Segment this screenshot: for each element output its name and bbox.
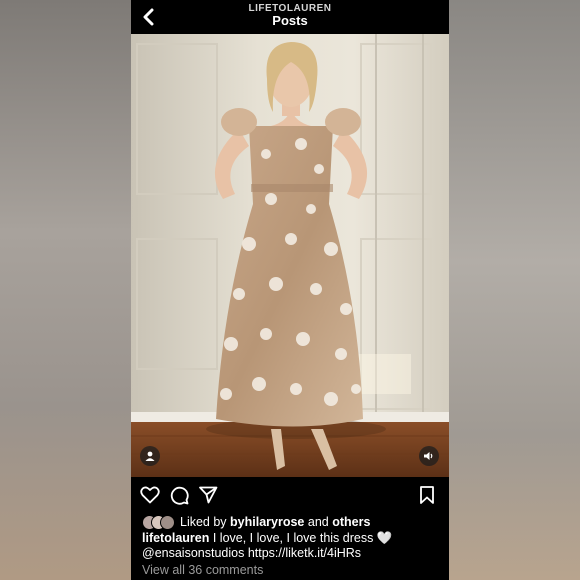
avatar xyxy=(160,515,175,530)
caption-mention[interactable]: @ensaisonstudios xyxy=(142,546,244,560)
like-button[interactable] xyxy=(140,485,160,505)
blurred-backdrop-right xyxy=(449,0,580,580)
person-tag-icon xyxy=(145,451,155,461)
post-action-bar xyxy=(131,477,449,513)
view-all-comments-link[interactable]: View all 36 comments xyxy=(142,563,263,577)
heart-icon xyxy=(140,486,160,504)
post-photo-illustration xyxy=(131,34,449,477)
share-button[interactable] xyxy=(198,485,218,505)
blurred-backdrop-left xyxy=(0,0,131,580)
paper-plane-icon xyxy=(199,486,218,504)
liked-joiner: and xyxy=(307,515,329,529)
caption-continued: @ensaisonstudios https://liketk.it/4iHRs xyxy=(142,546,361,561)
sound-toggle-button[interactable] xyxy=(419,446,439,466)
instagram-post-screen: LIFETOLAUREN Posts Liked by byhilaryrose… xyxy=(131,0,449,580)
caption: lifetolauren I love, I love, I love this… xyxy=(142,531,442,546)
liker-avatars xyxy=(142,515,176,530)
caption-username[interactable]: lifetolauren xyxy=(142,531,209,545)
comment-button[interactable] xyxy=(169,485,189,505)
top-navigation-bar: LIFETOLAUREN Posts xyxy=(131,0,449,34)
liked-by-username[interactable]: byhilaryrose xyxy=(230,515,304,529)
speaker-icon xyxy=(424,452,433,460)
save-button[interactable] xyxy=(417,485,437,505)
tagged-people-button[interactable] xyxy=(140,446,160,466)
liked-by-label: Liked by xyxy=(180,515,227,529)
bookmark-icon xyxy=(420,486,434,504)
caption-link[interactable]: https://liketk.it/4iHRs xyxy=(248,546,361,560)
liked-by-others[interactable]: others xyxy=(332,515,370,529)
comment-icon xyxy=(170,486,189,505)
caption-text: I love, I love, I love this dress 🤍 xyxy=(212,531,393,545)
page-title: Posts xyxy=(272,13,308,28)
likes-summary[interactable]: Liked by byhilaryrose and others xyxy=(142,514,370,530)
post-photo[interactable] xyxy=(131,34,449,477)
